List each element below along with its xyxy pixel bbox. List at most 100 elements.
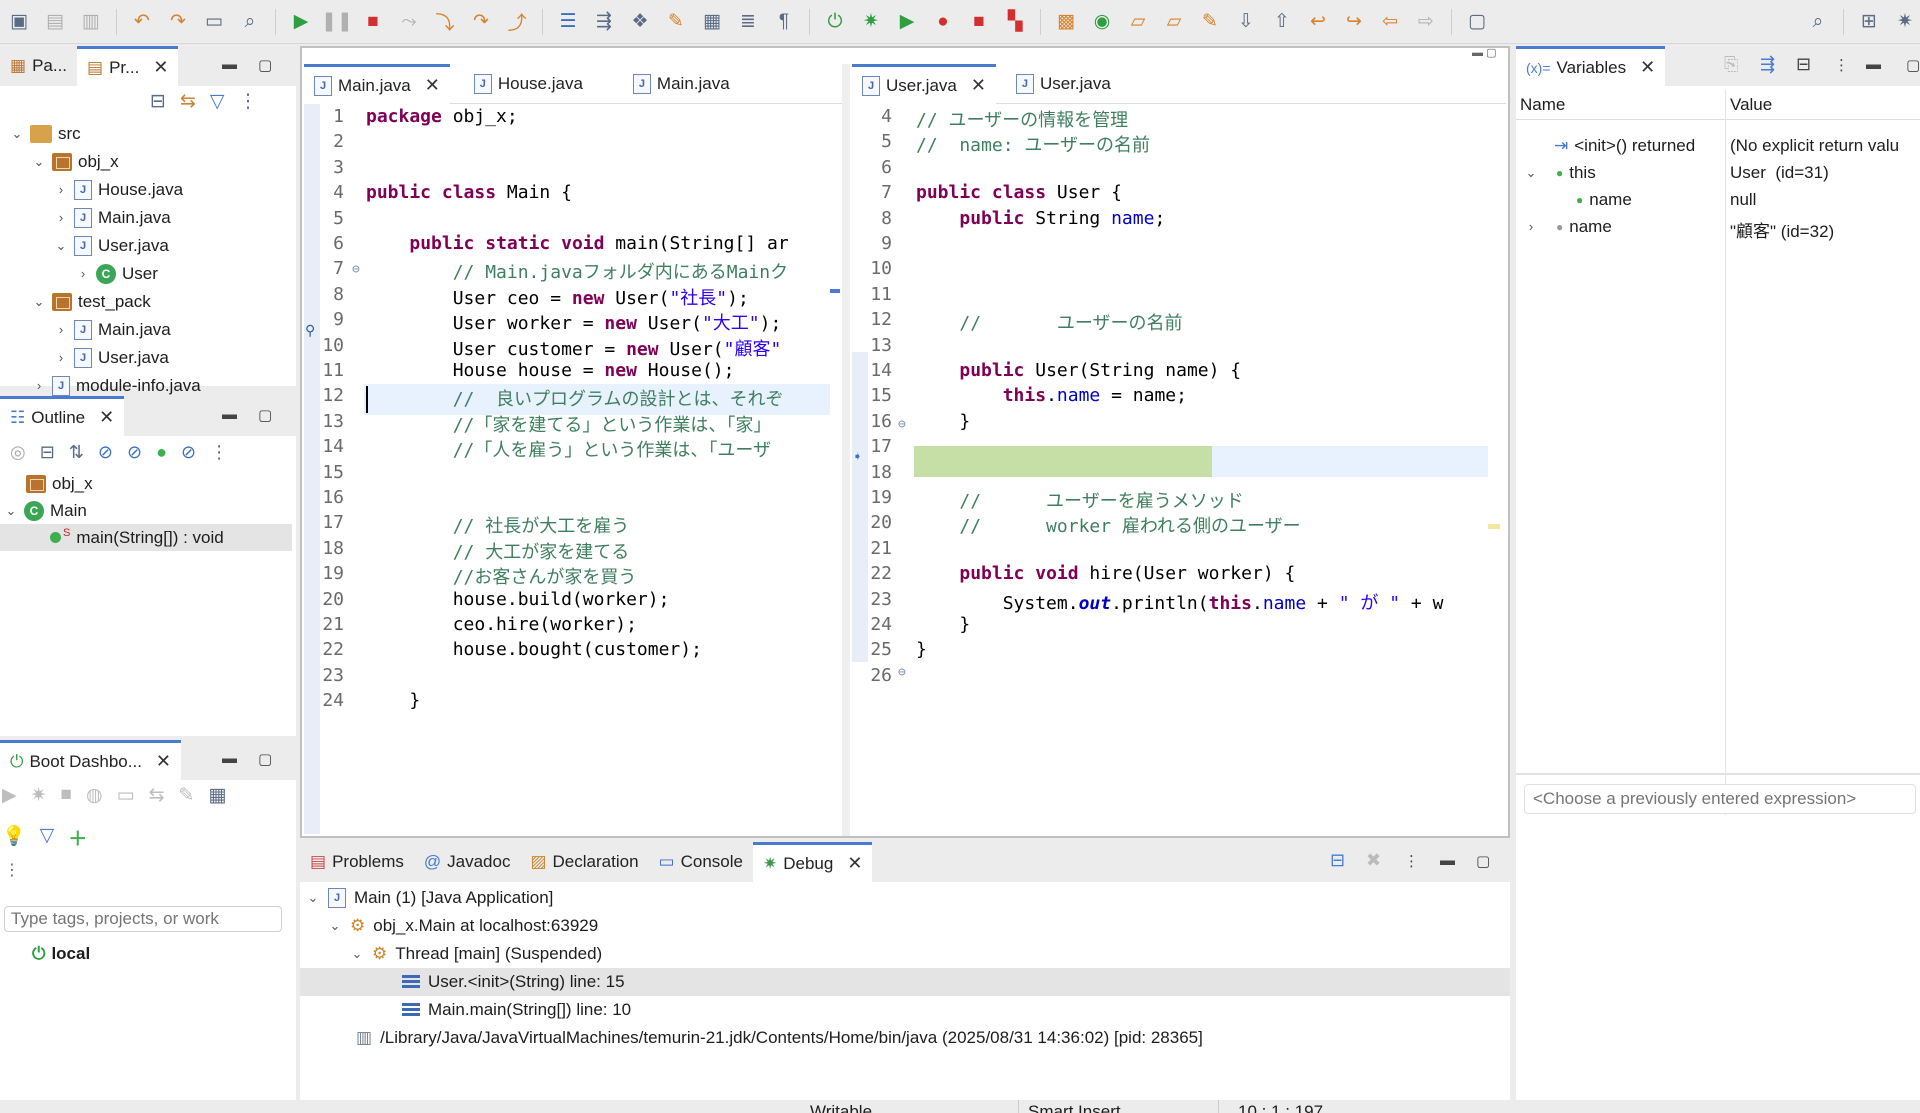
debug-icon[interactable]: ✷ (856, 7, 886, 37)
new-java-package-icon[interactable]: ▩ (1051, 7, 1081, 37)
close-icon[interactable]: ✕ (1640, 57, 1655, 78)
explorer-tree-item[interactable]: › J User.java (54, 344, 169, 371)
chevron-down-icon[interactable]: ⌄ (10, 126, 24, 142)
tab-debug[interactable]: ✷ Debug ✕ (752, 842, 873, 882)
explorer-tree-item[interactable]: › Jmodule-info.java (32, 372, 201, 399)
minimize-icon[interactable]: ▬ (222, 750, 237, 767)
stack-frame-row[interactable]: Main.main(String[]) line: 10 (402, 996, 631, 1024)
right-code-editor[interactable]: ➧ ⊖ ⊖ 4// ユーザーの情報を管理 5// name: ユーザーの名前 6 7 p… (852, 104, 1506, 834)
tools-dropdown-icon[interactable]: ▚ (1000, 7, 1030, 37)
explorer-tree-item[interactable]: › J House.java (54, 176, 183, 203)
maximize-icon[interactable]: ▢ (1486, 47, 1496, 59)
display-icon[interactable]: ▦ (697, 7, 727, 37)
minimize-icon[interactable]: ▬ (1866, 56, 1881, 73)
outline-item-class[interactable]: ⌄ C Main (4, 497, 87, 524)
chevron-right-icon[interactable]: › (76, 266, 90, 281)
tab-javadoc[interactable]: @ Javadoc (414, 842, 521, 882)
thread-row[interactable]: ⌄ ⚙ Thread [main] (Suspended) (350, 940, 603, 968)
close-icon[interactable]: ✕ (153, 57, 168, 78)
explorer-tree-item[interactable]: ⌄ src (10, 120, 81, 147)
view-menu-icon[interactable]: ⋮ (4, 860, 20, 880)
view-menu-icon[interactable]: ⋮ (1834, 56, 1849, 74)
tab-declaration[interactable]: ▨ Declaration (520, 842, 648, 882)
maximize-icon[interactable]: ▢ (258, 750, 272, 768)
resume-icon[interactable]: ▶ (286, 7, 316, 37)
new-icon[interactable]: ▣ (4, 7, 34, 37)
search-tools-icon[interactable]: ✎ (1195, 7, 1225, 37)
collapse-all-icon[interactable]: ⊟ (1330, 850, 1345, 871)
tab-main-java-2[interactable]: J Main.java (623, 64, 740, 104)
fold-icon[interactable]: ⊖ (898, 665, 906, 680)
previous-annotation-icon[interactable]: ⇧ (1267, 7, 1297, 37)
explorer-tree-item[interactable]: ⌄ J User.java (54, 232, 169, 259)
column-name-header[interactable]: Name (1520, 95, 1565, 115)
tab-variables[interactable]: (x)= Variables ✕ (1516, 46, 1666, 86)
explorer-tree-item[interactable]: ⌄ test_pack (32, 288, 151, 315)
process-row[interactable]: ▥ /Library/Java/JavaVirtualMachines/temu… (356, 1024, 1203, 1052)
hide-fields-icon[interactable]: ⊘ (98, 442, 113, 463)
perspective-icon[interactable]: ⊞ (1854, 7, 1884, 37)
tab-console[interactable]: ▭ Console (649, 842, 753, 882)
tab-outline[interactable]: ☷ Outline ✕ (0, 396, 125, 436)
save-all-icon[interactable]: ▥ (76, 7, 106, 37)
open-task-icon[interactable]: ▱ (1159, 7, 1189, 37)
minimize-icon[interactable]: ▬ (1440, 852, 1455, 869)
debug-target-row[interactable]: ⌄ ⚙ obj_x.Main at localhost:63929 (328, 912, 599, 940)
fold-icon[interactable]: ⊖ (898, 417, 906, 432)
open-type-icon[interactable]: ▱ (1123, 7, 1153, 37)
column-value-header[interactable]: Value (1730, 95, 1772, 115)
last-edit-icon[interactable]: ↩ (1303, 7, 1333, 37)
chevron-down-icon[interactable]: ⌄ (32, 294, 46, 310)
variable-row[interactable]: › ● name (1524, 213, 1612, 240)
close-icon[interactable]: ✕ (425, 75, 440, 96)
undo-icon[interactable]: ↶ (127, 7, 157, 37)
chevron-right-icon[interactable]: › (32, 378, 46, 393)
search-icon[interactable]: ⌕ (1803, 7, 1833, 37)
collapse-all-icon[interactable]: ⊟ (150, 90, 166, 113)
lightbulb-icon[interactable]: 💡 (2, 824, 26, 851)
tab-package-explorer[interactable]: ▦ Pa... (0, 46, 77, 86)
boot-local-item[interactable]: ⏻ local (32, 940, 90, 967)
step-into-icon[interactable]: ⤵ (430, 7, 460, 37)
minimize-icon[interactable]: ▬ (1472, 47, 1483, 59)
run-icon[interactable]: ▶ (892, 7, 922, 37)
forward-edit-icon[interactable]: ↪ (1339, 7, 1369, 37)
fold-icon[interactable]: ⊖ (352, 262, 360, 277)
chevron-right-icon[interactable]: › (54, 350, 68, 365)
boot-filter-input[interactable] (4, 906, 282, 932)
hide-nonpublic-icon[interactable]: ● (156, 442, 167, 463)
properties-icon[interactable]: ▦ (208, 784, 226, 807)
minimize-icon[interactable]: ▬ (222, 406, 237, 423)
explorer-tree-item[interactable]: › J Main.java (54, 316, 171, 343)
explorer-tree-item[interactable]: › C User (76, 260, 158, 287)
chevron-down-icon[interactable]: ⌄ (54, 238, 68, 254)
terminal-icon[interactable]: ▭ (199, 7, 229, 37)
status-insert-mode[interactable]: Smart Insert (1028, 1102, 1121, 1113)
close-icon[interactable]: ✕ (99, 407, 114, 428)
outline-item-method[interactable]: S main(String[]) : void (0, 524, 292, 551)
refresh-icon[interactable]: ⇆ (149, 784, 165, 807)
console-icon[interactable]: ▭ (117, 784, 135, 807)
view-menu-icon[interactable]: ⋮ (1404, 852, 1419, 870)
chevron-down-icon[interactable]: ⌄ (306, 890, 320, 906)
maximize-icon[interactable]: ▢ (1476, 852, 1490, 870)
hide-static-icon[interactable]: ⊘ (127, 442, 142, 463)
open-browser-icon[interactable]: ◍ (86, 784, 103, 807)
variable-row[interactable]: ⌄ ● this (1524, 159, 1596, 186)
collapse-all-icon[interactable]: ⊟ (1796, 54, 1811, 75)
chevron-down-icon[interactable]: ⌄ (4, 503, 18, 519)
step-return-icon[interactable]: ⤴ (502, 7, 532, 37)
chevron-right-icon[interactable]: › (54, 322, 68, 337)
collapse-all-icon[interactable]: ⊟ (40, 442, 55, 463)
forward-icon[interactable]: ⇨ (1411, 7, 1441, 37)
view-menu-icon[interactable]: ⋮ (238, 90, 257, 113)
left-code-editor[interactable]: ⚲ ⊖ 1 package obj_x; 2 3 4 public class Main … (304, 104, 842, 834)
add-icon[interactable]: ＋ (68, 824, 87, 851)
inspect-icon[interactable]: ❖ (625, 7, 655, 37)
maximize-icon[interactable]: ▢ (258, 56, 272, 74)
debug-perspective-icon[interactable]: ✷ (1890, 7, 1920, 37)
tab-user-java-2[interactable]: J User.java (1006, 64, 1121, 104)
tab-house-java[interactable]: J House.java (464, 64, 593, 104)
step-over-icon[interactable]: ↷ (466, 7, 496, 37)
external-tools-icon[interactable]: ■ (964, 7, 994, 37)
